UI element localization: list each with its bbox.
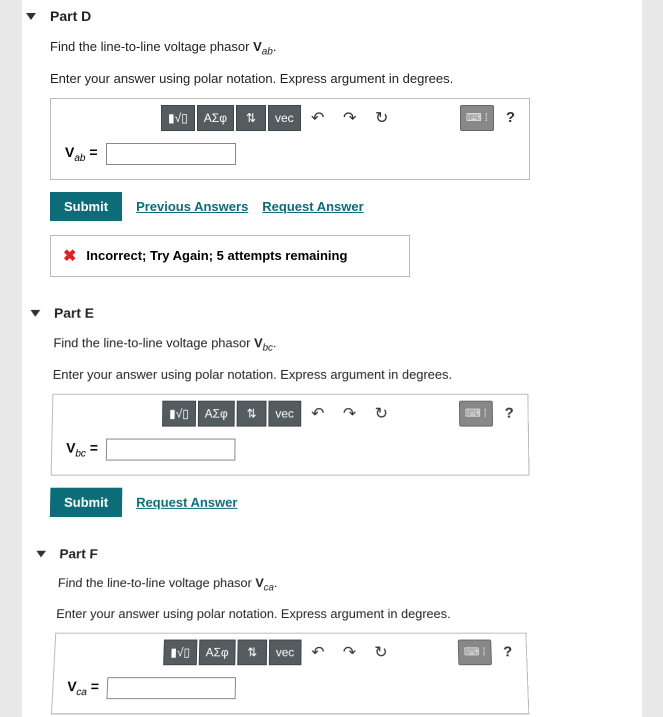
instruction-text: Enter your answer using polar notation. …: [53, 365, 640, 383]
redo-button[interactable]: ↷: [335, 400, 365, 426]
fraction-button[interactable]: ⇅: [237, 639, 267, 665]
prompt-text: Find the line-to-line voltage phasor Vca…: [57, 574, 634, 595]
answer-input[interactable]: [106, 438, 236, 460]
prompt-text: Find the line-to-line voltage phasor Vbc…: [53, 334, 638, 355]
equation-toolbar: ▮√▯ ΑΣφ ⇅ vec ↶ ↷ ↻ ⌨ ⁞ ?: [54, 633, 526, 669]
part-e: Part E Find the line-to-line voltage pha…: [22, 305, 642, 517]
answer-box: ▮√▯ ΑΣφ ⇅ vec ↶ ↷ ↻ ⌨ ⁞ ? Vab =: [50, 98, 530, 180]
greek-button[interactable]: ΑΣφ: [199, 639, 236, 665]
template-button[interactable]: ▮√▯: [162, 400, 196, 426]
part-title: Part E: [54, 305, 94, 321]
reset-button[interactable]: ↻: [366, 639, 396, 665]
answer-input[interactable]: [106, 143, 236, 165]
keyboard-button[interactable]: ⌨ ⁞: [460, 105, 494, 131]
answer-box: ▮√▯ ΑΣφ ⇅ vec ↶ ↷ ↻ ⌨ ⁞ ? Vca =: [51, 632, 529, 714]
undo-button[interactable]: ↶: [303, 639, 333, 665]
part-title: Part F: [59, 546, 98, 561]
undo-button[interactable]: ↶: [303, 105, 333, 131]
fraction-button[interactable]: ⇅: [236, 105, 266, 131]
answer-box: ▮√▯ ΑΣφ ⇅ vec ↶ ↷ ↻ ⌨ ⁞ ? Vbc =: [51, 393, 530, 475]
part-title: Part D: [50, 8, 91, 24]
part-d: Part D Find the line-to-line voltage pha…: [22, 8, 642, 277]
answer-label: Vbc =: [66, 439, 98, 459]
previous-answers-link[interactable]: Previous Answers: [136, 199, 248, 214]
answer-label: Vab =: [65, 144, 98, 164]
request-answer-link[interactable]: Request Answer: [136, 494, 238, 509]
answer-input[interactable]: [106, 676, 236, 698]
help-button[interactable]: ?: [500, 109, 521, 126]
reset-button[interactable]: ↻: [366, 400, 396, 426]
greek-button[interactable]: ΑΣφ: [198, 400, 235, 426]
instruction-text: Enter your answer using polar notation. …: [56, 605, 636, 623]
template-button[interactable]: ▮√▯: [163, 639, 197, 665]
instruction-text: Enter your answer using polar notation. …: [50, 70, 642, 88]
equation-toolbar: ▮√▯ ΑΣφ ⇅ vec ↶ ↷ ↻ ⌨ ⁞ ?: [51, 99, 529, 135]
incorrect-icon: ✖: [63, 246, 76, 266]
submit-button[interactable]: Submit: [50, 487, 123, 516]
vector-button[interactable]: vec: [268, 105, 301, 131]
vector-button[interactable]: vec: [268, 400, 301, 426]
keyboard-button[interactable]: ⌨ ⁞: [459, 400, 493, 426]
collapse-caret-icon[interactable]: [26, 13, 36, 20]
submit-button[interactable]: Submit: [50, 192, 122, 221]
redo-button[interactable]: ↷: [335, 639, 365, 665]
keyboard-button[interactable]: ⌨ ⁞: [458, 639, 492, 665]
redo-button[interactable]: ↷: [335, 105, 365, 131]
help-button[interactable]: ?: [499, 405, 520, 422]
feedback-box: ✖ Incorrect; Try Again; 5 attempts remai…: [50, 235, 410, 277]
collapse-caret-icon[interactable]: [30, 309, 40, 316]
request-answer-link[interactable]: Request Answer: [262, 199, 363, 214]
reset-button[interactable]: ↻: [367, 105, 397, 131]
equation-toolbar: ▮√▯ ΑΣφ ⇅ vec ↶ ↷ ↻ ⌨ ⁞ ?: [53, 394, 528, 430]
template-button[interactable]: ▮√▯: [161, 105, 195, 131]
collapse-caret-icon[interactable]: [36, 550, 46, 557]
fraction-button[interactable]: ⇅: [237, 400, 267, 426]
greek-button[interactable]: ΑΣφ: [197, 105, 234, 131]
prompt-text: Find the line-to-line voltage phasor Vab…: [50, 38, 642, 60]
feedback-text: Incorrect; Try Again; 5 attempts remaini…: [86, 248, 347, 263]
part-f: Part F Find the line-to-line voltage pha…: [23, 546, 641, 714]
vector-button[interactable]: vec: [269, 639, 301, 665]
undo-button[interactable]: ↶: [303, 400, 333, 426]
help-button[interactable]: ?: [497, 643, 518, 660]
answer-label: Vca =: [67, 678, 100, 698]
